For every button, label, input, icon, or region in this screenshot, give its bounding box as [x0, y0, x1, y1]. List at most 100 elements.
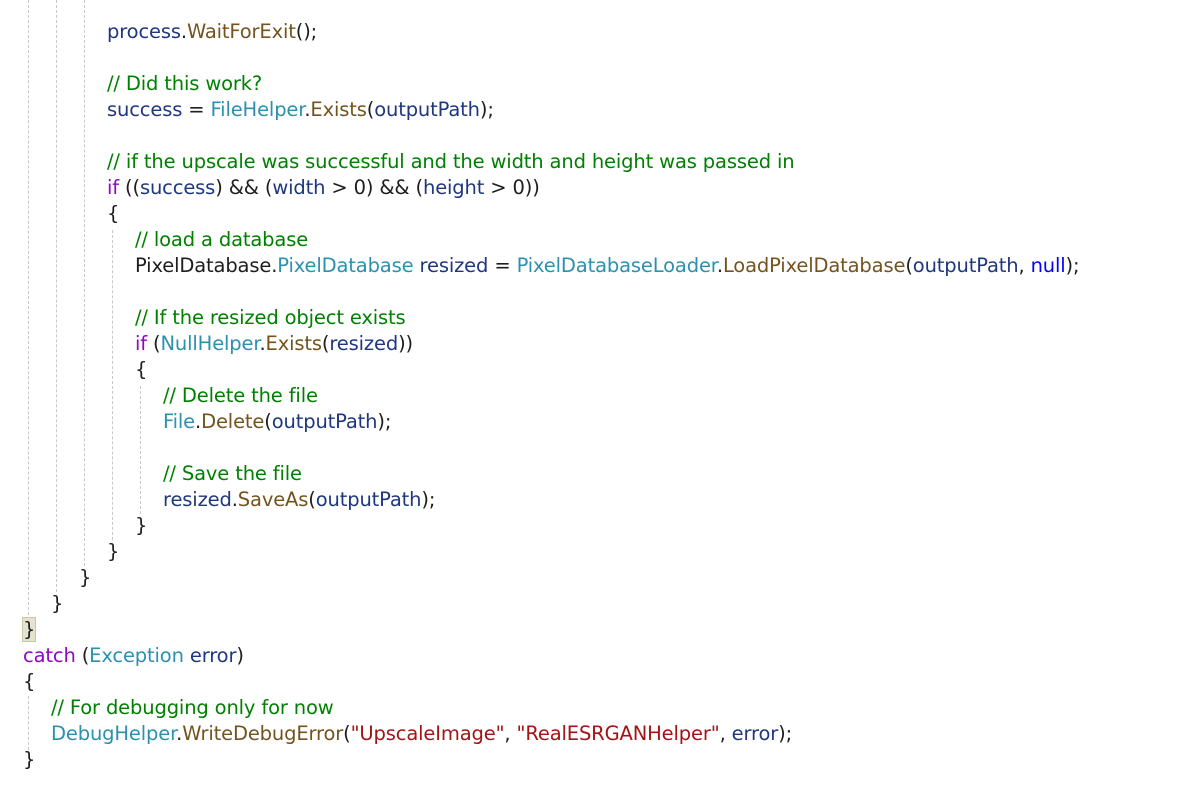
code-line[interactable]: {	[23, 669, 35, 695]
indent-guide	[28, 696, 29, 750]
code-token: ,	[1018, 254, 1031, 277]
code-line[interactable]: success = FileHelper.Exists(outputPath);	[107, 97, 494, 123]
code-token: );	[1065, 254, 1080, 277]
code-token: Exists	[265, 332, 322, 355]
indent-guide	[84, 0, 85, 566]
code-line[interactable]: // if the upscale was successful and the…	[107, 149, 795, 175]
code-token: error	[731, 722, 779, 745]
code-line[interactable]: PixelDatabase.PixelDatabase resized = Pi…	[135, 253, 1080, 279]
code-line[interactable]: if ((success) && (width > 0) && (height …	[107, 175, 540, 201]
close-brace: }	[79, 566, 92, 589]
indent-guide	[112, 230, 113, 540]
code-token: success	[139, 176, 216, 199]
code-editor[interactable]: process.WaitForExit(); // Did this work?…	[0, 0, 1197, 786]
highlighted-close-brace: }	[21, 617, 37, 642]
code-token: (	[264, 410, 272, 433]
code-token: width	[272, 176, 326, 199]
indent-guide	[56, 0, 57, 592]
code-token: NullHelper	[160, 332, 260, 355]
code-token: (	[343, 722, 351, 745]
code-token: outputPath	[271, 410, 378, 433]
code-token: outputPath	[374, 98, 480, 121]
code-token: PixelDatabase	[135, 254, 272, 277]
code-token: outputPath	[912, 254, 1019, 277]
code-comment: // If the resized object exists	[135, 306, 406, 329]
code-line[interactable]: // For debugging only for now	[51, 695, 334, 721]
code-comment: // Did this work?	[107, 72, 263, 95]
code-token: if	[135, 332, 147, 355]
code-token: =	[182, 98, 211, 121]
code-token: DebugHelper	[51, 722, 177, 745]
code-token: (	[308, 488, 316, 511]
code-token: WriteDebugError	[182, 722, 344, 745]
code-token: resized	[163, 488, 232, 511]
code-token: =	[488, 254, 517, 277]
code-line[interactable]: {	[107, 201, 119, 227]
close-brace: }	[23, 748, 36, 771]
code-token: > 0) && (	[325, 176, 423, 199]
code-comment: // load a database	[135, 228, 309, 251]
code-line[interactable]: }	[21, 617, 37, 643]
code-token: height	[422, 176, 485, 199]
code-line[interactable]: catch (Exception error)	[23, 643, 244, 669]
code-token: error	[189, 644, 237, 667]
code-token: outputPath	[315, 488, 422, 511]
code-token: WaitForExit	[186, 20, 296, 43]
code-token: )	[236, 644, 244, 667]
indent-guide	[140, 386, 141, 514]
code-token: PixelDatabaseLoader	[516, 254, 717, 277]
code-token: );	[421, 488, 436, 511]
code-token: ();	[295, 20, 318, 43]
code-line[interactable]: }	[79, 565, 91, 591]
code-comment: // if the upscale was successful and the…	[107, 150, 795, 173]
code-line[interactable]: resized.SaveAs(outputPath);	[163, 487, 435, 513]
code-line[interactable]: File.Delete(outputPath);	[163, 409, 391, 435]
code-token: );	[479, 98, 494, 121]
code-token: ((	[118, 176, 140, 199]
code-comment: // For debugging only for now	[51, 696, 334, 719]
code-line[interactable]: // Did this work?	[107, 71, 262, 97]
code-token: process	[107, 20, 181, 43]
open-brace: {	[23, 670, 36, 693]
code-token: (	[905, 254, 913, 277]
code-token: File	[163, 410, 196, 433]
indent-guide	[28, 0, 29, 620]
code-line[interactable]: DebugHelper.WriteDebugError("UpscaleImag…	[51, 721, 792, 747]
code-line[interactable]: // load a database	[135, 227, 308, 253]
code-token: (	[146, 332, 161, 355]
code-token: FileHelper	[210, 98, 305, 121]
code-token: PixelDatabase	[277, 254, 414, 277]
code-comment: // Save the file	[163, 462, 302, 485]
code-string: "RealESRGANHelper"	[516, 722, 720, 745]
code-token: ) && (	[215, 176, 273, 199]
code-line[interactable]: }	[23, 747, 35, 773]
code-token: Exception	[89, 644, 184, 667]
code-line[interactable]: }	[51, 591, 63, 617]
code-token: ))	[398, 332, 413, 355]
code-line[interactable]: // Save the file	[163, 461, 302, 487]
code-comment: // Delete the file	[163, 384, 318, 407]
code-line[interactable]: if (NullHelper.Exists(resized))	[135, 331, 413, 357]
open-brace: {	[135, 358, 148, 381]
code-line[interactable]: }	[135, 513, 147, 539]
code-token: ,	[719, 722, 732, 745]
code-line[interactable]: process.WaitForExit();	[107, 19, 317, 45]
code-token: resized	[419, 254, 489, 277]
code-token: null	[1030, 254, 1066, 277]
code-token: Delete	[201, 410, 265, 433]
code-token: > 0))	[484, 176, 540, 199]
code-line[interactable]: // If the resized object exists	[135, 305, 406, 331]
code-line[interactable]: {	[135, 357, 147, 383]
code-token: resized	[329, 332, 399, 355]
code-line[interactable]: }	[107, 539, 119, 565]
code-token: SaveAs	[237, 488, 309, 511]
code-token: ,	[504, 722, 517, 745]
close-brace: }	[135, 514, 148, 537]
code-token: );	[377, 410, 392, 433]
code-string: "UpscaleImage"	[350, 722, 505, 745]
code-token: if	[107, 176, 119, 199]
code-line[interactable]: // Delete the file	[163, 383, 318, 409]
code-token: );	[778, 722, 793, 745]
code-token: (	[75, 644, 90, 667]
close-brace: }	[107, 540, 120, 563]
